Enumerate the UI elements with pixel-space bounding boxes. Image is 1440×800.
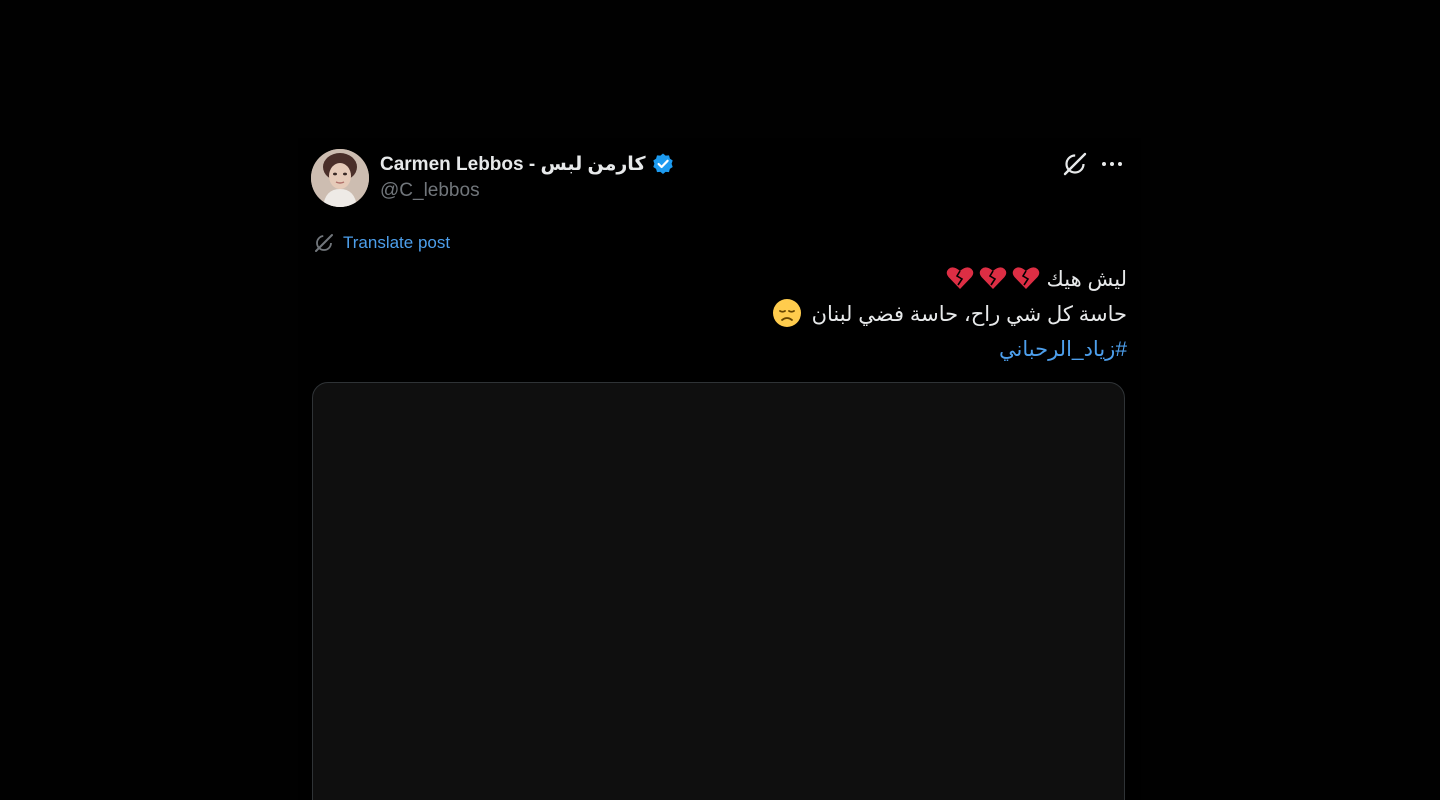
disappointed-face-icon [772,299,801,327]
broken-heart-icon [946,267,973,289]
avatar[interactable] [311,149,369,207]
post-line-2-text: حاسة كل شي راح، حاسة فضي لبنان [811,303,1127,326]
post-line-1: ليش هيك [327,262,1127,297]
hashtag-link[interactable]: #زياد_الرحباني [327,332,1127,367]
broken-hearts-emoji [942,267,1041,291]
post-media[interactable] [312,382,1125,800]
author-name-row[interactable]: Carmen Lebbos - كارمن لبس [380,151,675,177]
grok-icon[interactable] [1062,151,1088,177]
author-handle[interactable]: @C_lebbos [380,180,480,202]
more-options-icon[interactable] [1098,151,1126,177]
page: Carmen Lebbos - كارمن لبس @C_lebbos Tran… [0,0,1440,800]
verified-badge-icon[interactable] [651,152,675,176]
author-display-name[interactable]: Carmen Lebbos - كارمن لبس [380,153,646,176]
post-text: ليش هيك حاسة كل شي راح، حاسة فضي لبنان #… [327,262,1127,367]
translate-icon [313,232,335,254]
broken-heart-icon [1012,267,1039,289]
avatar-image [311,149,369,207]
broken-heart-icon [979,267,1006,289]
translate-post-link[interactable]: Translate post [313,232,450,254]
post-line-1-text: ليش هيك [1046,268,1127,291]
translate-post-label[interactable]: Translate post [343,233,450,253]
post-card: Carmen Lebbos - كارمن لبس @C_lebbos Tran… [298,138,1141,800]
post-line-2: حاسة كل شي راح، حاسة فضي لبنان [327,297,1127,332]
